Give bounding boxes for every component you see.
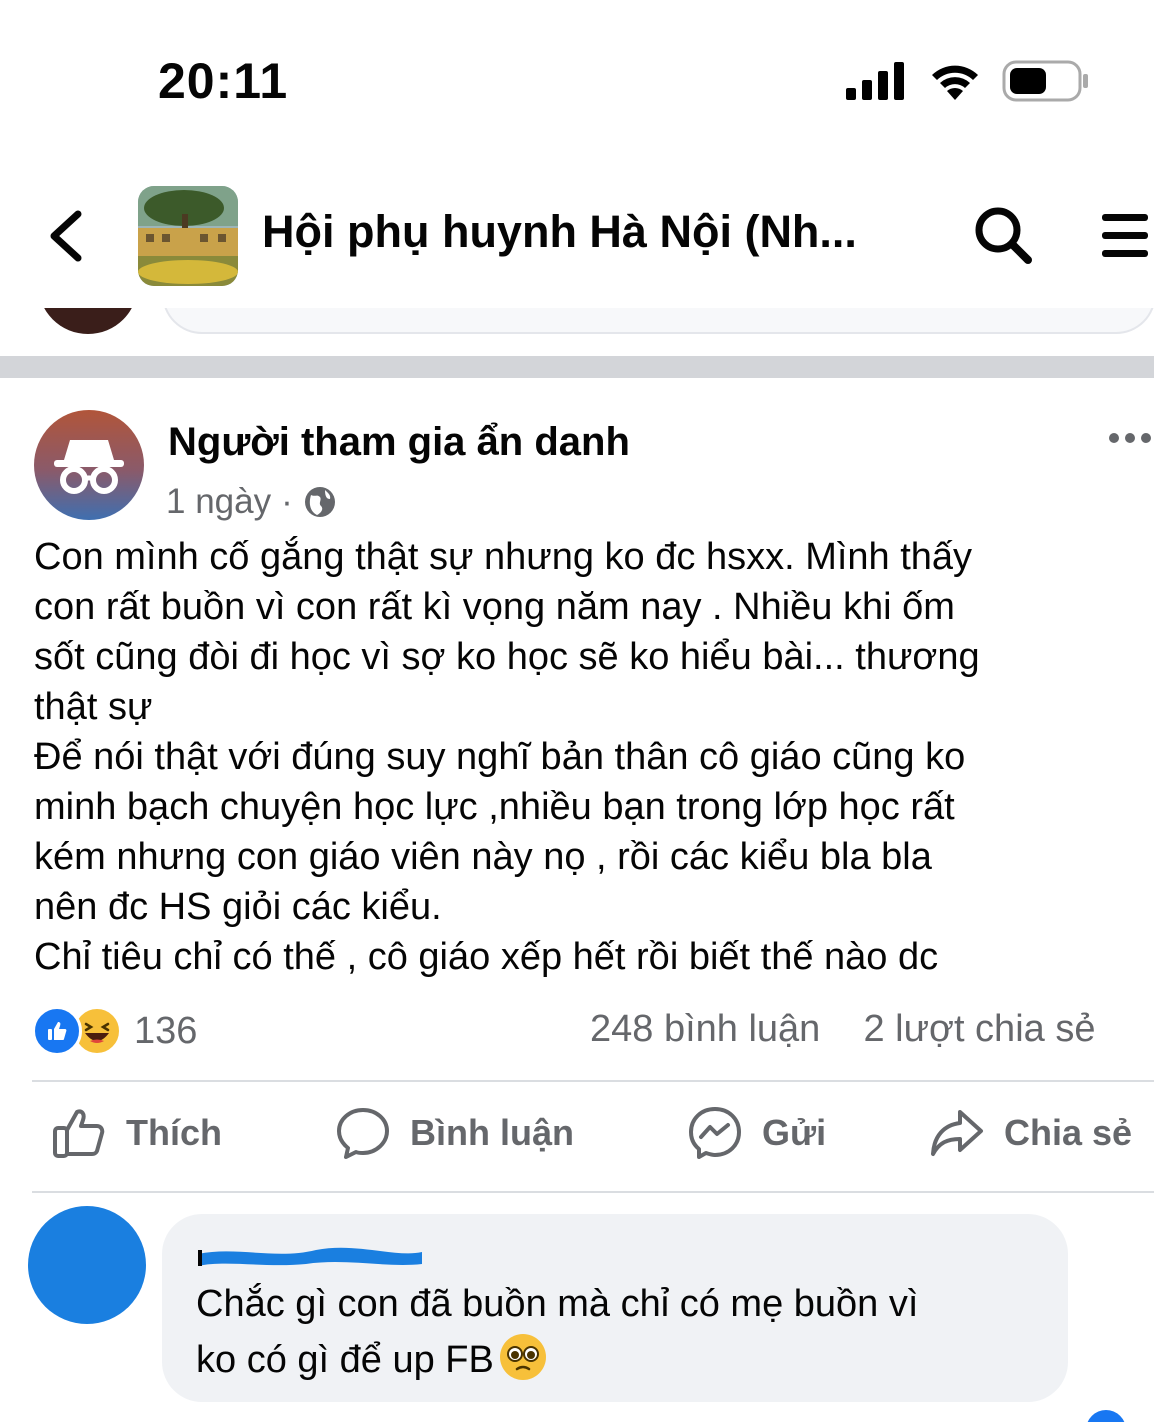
comments-count[interactable]: 248 bình luận [590, 1008, 820, 1050]
post-line: sốt cũng đòi đi học vì sợ ko học sẽ ko h… [34, 636, 980, 678]
messenger-icon [689, 1107, 741, 1159]
more-options-icon[interactable] [1106, 428, 1154, 448]
post-author[interactable]: Người tham gia ẩn danh [168, 420, 630, 465]
post-line: thật sự [34, 686, 153, 728]
reactions-summary[interactable]: 136 [32, 1006, 197, 1056]
divider [32, 1080, 1154, 1082]
comment-line: ko có gì để up FB [196, 1339, 494, 1381]
post-line: Chỉ tiêu chỉ có thế , cô giáo xếp hết rồ… [34, 936, 939, 978]
battery-icon [1002, 60, 1088, 102]
commenter-avatar-redacted[interactable] [28, 1206, 146, 1324]
post-line: kém nhưng con giáo viên này nọ , rồi các… [34, 836, 932, 878]
incognito-icon [54, 440, 124, 494]
comment-label: Bình luận [410, 1112, 574, 1153]
comment-icon [337, 1108, 389, 1159]
comment-text: Chắc gì con đã buồn mà chỉ có mẹ buồn vì… [196, 1276, 1056, 1388]
share-button[interactable]: Chia sẻ [930, 1106, 1132, 1160]
reaction-count: 136 [134, 1009, 198, 1052]
comment-line: Chắc gì con đã buồn mà chỉ có mẹ buồn vì [196, 1283, 919, 1325]
share-label: Chia sẻ [1004, 1112, 1133, 1153]
post-meta: 1 ngày · [166, 482, 337, 522]
post-body: Con mình cố gắng thật sự nhưng ko đc hsx… [34, 532, 1150, 982]
back-chevron-icon[interactable] [42, 208, 92, 264]
feed-divider [0, 356, 1154, 378]
group-thumbnail[interactable] [138, 186, 238, 286]
divider [32, 1191, 1154, 1193]
comment-button[interactable]: Bình luận [336, 1106, 574, 1160]
wifi-icon [932, 65, 978, 100]
like-button[interactable]: Thích [52, 1106, 222, 1160]
post-line: Con mình cố gắng thật sự nhưng ko đc hsx… [34, 536, 973, 578]
cellular-signal-icon [846, 62, 904, 100]
facebook-group-post-screen: 20:11 Hội phụ huynh Hà Nội (Nh... Người … [0, 0, 1154, 1422]
send-button[interactable]: Gửi [688, 1106, 826, 1160]
send-label: Gửi [762, 1112, 827, 1153]
shares-count[interactable]: 2 lượt chia sẻ [863, 1008, 1095, 1050]
search-icon[interactable] [972, 204, 1034, 266]
post-time[interactable]: 1 ngày [166, 482, 271, 522]
next-comment-avatar[interactable] [1086, 1410, 1126, 1422]
like-reaction-icon [32, 1006, 82, 1056]
comment-line-2: ko có gì để up FB [196, 1332, 1056, 1388]
share-icon [931, 1110, 983, 1156]
status-time: 20:11 [158, 53, 289, 109]
like-label: Thích [126, 1112, 222, 1153]
post-line: con rất buồn vì con rất kì vọng năm nay … [34, 586, 955, 628]
post-line: Để nói thật với đúng suy nghĩ bản thân c… [34, 736, 966, 778]
globe-icon [304, 487, 335, 517]
post-line: nên đc HS giỏi các kiểu. [34, 886, 442, 928]
pleading-face-emoji-icon [499, 1334, 546, 1380]
post-line: minh bạch chuyện học lực ,nhiều bạn tron… [34, 786, 955, 828]
anonymous-avatar[interactable] [34, 410, 144, 520]
menu-icon[interactable] [1098, 208, 1152, 264]
engagement-counts: 248 bình luận 2 lượt chia sẻ [590, 1008, 1095, 1051]
group-title[interactable]: Hội phụ huynh Hà Nội (Nh... [262, 206, 922, 258]
redacted-name-scribble [198, 1247, 422, 1266]
like-icon [53, 1109, 105, 1158]
meta-separator: · [281, 482, 293, 521]
